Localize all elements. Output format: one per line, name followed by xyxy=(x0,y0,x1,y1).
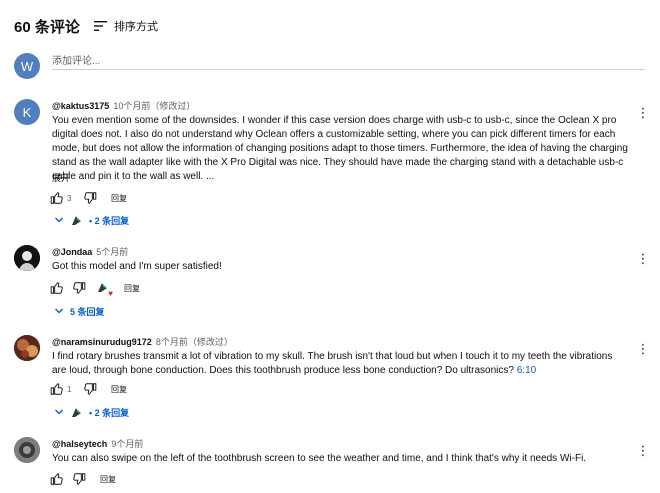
author-name[interactable]: @naramsinurudug9172 xyxy=(52,337,152,347)
comment-time[interactable]: 10个月前（修改过） xyxy=(113,101,195,111)
profile-image xyxy=(14,437,40,463)
heart-icon: ♥ xyxy=(108,289,113,298)
thumb-up-icon xyxy=(50,473,63,485)
video-timestamp-link[interactable]: 6:10 xyxy=(517,365,536,376)
author-avatar[interactable] xyxy=(14,335,40,361)
sort-label: 排序方式 xyxy=(114,21,158,33)
creator-avatar-icon xyxy=(70,214,83,227)
like-button[interactable] xyxy=(50,472,64,486)
comment-time[interactable]: 8个月前（修改过） xyxy=(156,337,233,347)
like-button[interactable] xyxy=(50,382,64,396)
comments-header: 60 条评论 排序方式 xyxy=(14,14,158,38)
comment-text: You even mention some of the downsides. … xyxy=(52,115,628,182)
sort-icon xyxy=(94,21,107,31)
creator-avatar-icon xyxy=(70,406,83,419)
author-avatar[interactable]: K xyxy=(14,99,40,125)
comment-meta: @naramsinurudug9172 8个月前（修改过） xyxy=(52,335,233,348)
thumb-up-icon xyxy=(50,282,63,294)
like-button[interactable] xyxy=(50,191,64,205)
like-button[interactable] xyxy=(50,281,64,295)
thumb-down-icon xyxy=(84,192,97,204)
comment-meta: @halseytech 9个月前 xyxy=(52,437,143,450)
comment-actions: 3 回复 xyxy=(50,189,127,207)
comment-count: 60 条评论 xyxy=(14,18,80,36)
reply-button[interactable]: 回复 xyxy=(124,283,140,294)
kebab-menu-icon[interactable]: ⋮ xyxy=(637,250,650,268)
reply-button[interactable]: 回复 xyxy=(111,193,127,204)
dislike-button[interactable] xyxy=(72,281,86,295)
comment-text: I find rotary brushes transmit a lot of … xyxy=(52,350,628,378)
thumb-up-icon xyxy=(50,192,63,204)
comment-time[interactable]: 5个月前 xyxy=(96,247,128,257)
comment-text: You can also swipe on the left of the to… xyxy=(52,453,587,464)
author-avatar[interactable] xyxy=(14,437,40,463)
chevron-down-icon xyxy=(55,308,63,314)
kebab-menu-icon[interactable]: ⋮ xyxy=(637,340,650,358)
kebab-menu-icon[interactable]: ⋮ xyxy=(637,104,650,122)
thumb-down-icon xyxy=(73,282,86,294)
comment-text: Got this model and I'm super satisfied! xyxy=(52,261,222,272)
comment-actions: 回复 xyxy=(50,470,116,488)
comment-time[interactable]: 9个月前 xyxy=(111,439,143,449)
author-name[interactable]: @kaktus3175 xyxy=(52,101,109,111)
kebab-menu-icon[interactable]: ⋮ xyxy=(637,442,650,460)
author-name[interactable]: @Jondaa xyxy=(52,247,92,257)
reply-button[interactable]: 回复 xyxy=(111,384,127,395)
like-count: 1 xyxy=(67,384,72,394)
dislike-button[interactable] xyxy=(83,191,97,205)
reply-button[interactable]: 回复 xyxy=(100,474,116,485)
comment-actions: ♥ 回复 xyxy=(50,279,140,298)
thumb-down-icon xyxy=(73,473,86,485)
replies-label: 5 条回复 xyxy=(70,306,105,317)
view-replies-button[interactable]: • 2 条回复 xyxy=(54,404,129,420)
profile-image xyxy=(14,335,40,361)
user-avatar[interactable]: W xyxy=(14,53,40,79)
author-name[interactable]: @halseytech xyxy=(52,439,107,449)
dislike-button[interactable] xyxy=(83,382,97,396)
comment-actions: 1 回复 xyxy=(50,380,127,398)
thumb-down-icon xyxy=(84,383,97,395)
view-replies-button[interactable]: • 2 条回复 xyxy=(54,212,129,228)
creator-avatar-icon xyxy=(98,283,107,292)
view-replies-button[interactable]: 5 条回复 xyxy=(54,303,105,319)
profile-image xyxy=(14,245,40,271)
author-avatar[interactable] xyxy=(14,245,40,271)
like-count: 3 xyxy=(67,193,72,203)
creator-heart-badge: ♥ xyxy=(96,281,113,298)
replies-label: • 2 条回复 xyxy=(89,215,130,226)
thumb-up-icon xyxy=(50,383,63,395)
dislike-button[interactable] xyxy=(72,472,86,486)
add-comment-input[interactable]: 添加评论... xyxy=(52,52,645,70)
comment-meta: @kaktus3175 10个月前（修改过） xyxy=(52,99,195,112)
expand-button[interactable]: 展开 xyxy=(52,171,70,184)
sort-button[interactable]: 排序方式 xyxy=(94,14,158,38)
chevron-down-icon xyxy=(55,217,63,223)
replies-label: • 2 条回复 xyxy=(89,407,130,418)
comment-meta: @Jondaa 5个月前 xyxy=(52,245,128,258)
chevron-down-icon xyxy=(55,409,63,415)
